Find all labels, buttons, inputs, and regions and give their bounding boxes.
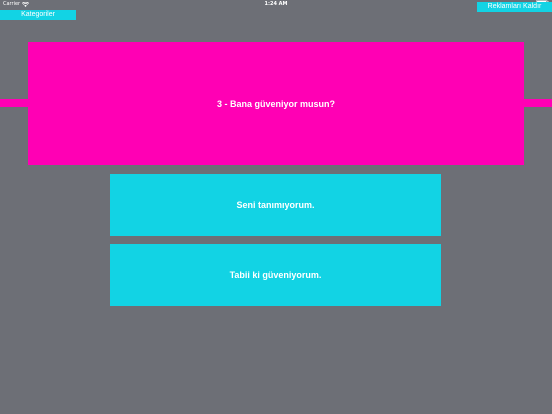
remove-ads-button[interactable]: Reklamları Kaldır: [477, 2, 552, 12]
answer-label: Seni tanımıyorum.: [236, 200, 315, 210]
status-bar: Carrier 1:24 AM: [0, 0, 552, 9]
answer-label: Tabii ki güveniyorum.: [229, 270, 322, 280]
status-time: 1:24 AM: [264, 1, 288, 7]
categories-button[interactable]: Kategoriler: [0, 10, 76, 20]
question-card: 3 - Bana güveniyor musun?: [28, 42, 524, 165]
answer-button-2[interactable]: Tabii ki güveniyorum.: [110, 244, 441, 306]
question-text: 3 - Bana güveniyor musun?: [216, 98, 336, 109]
answer-button-1[interactable]: Seni tanımıyorum.: [110, 174, 441, 236]
